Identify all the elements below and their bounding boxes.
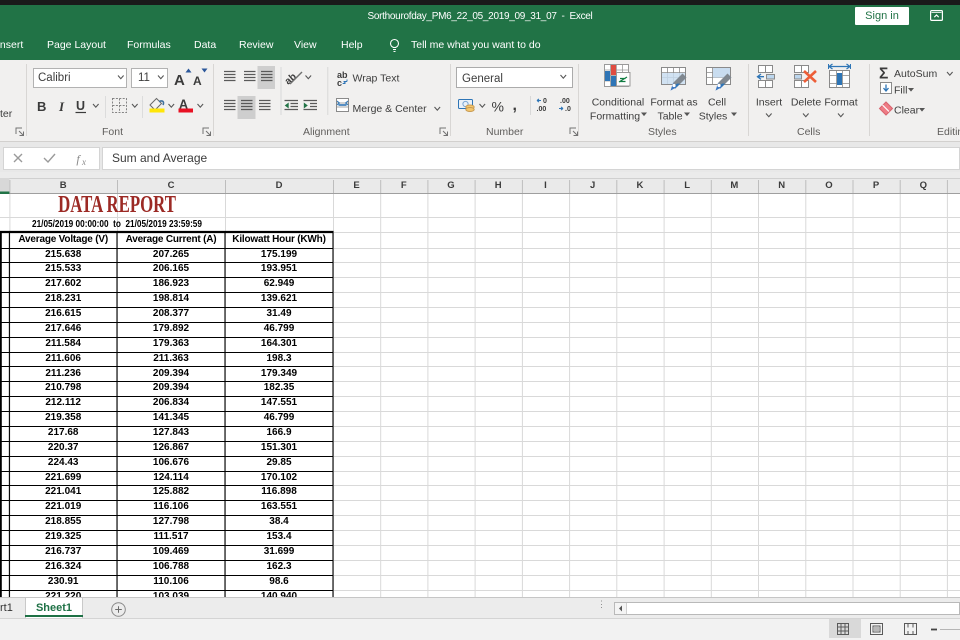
svg-text:.00: .00: [560, 98, 570, 105]
svg-text:Format: Format: [824, 97, 857, 109]
svg-text:Clear: Clear: [894, 105, 920, 117]
svg-text:Fill: Fill: [894, 85, 907, 97]
svg-text:,: ,: [513, 97, 517, 114]
svg-text:0: 0: [543, 98, 547, 105]
svg-text:Styles: Styles: [699, 111, 728, 123]
svg-text:B: B: [37, 99, 46, 114]
svg-text:ab: ab: [283, 71, 299, 87]
svg-text:%: %: [492, 99, 504, 115]
svg-text:AutoSum: AutoSum: [894, 68, 937, 80]
svg-text:Σ: Σ: [879, 66, 888, 83]
svg-text:A: A: [193, 74, 202, 88]
svg-text:General: General: [462, 73, 503, 85]
svg-text:.0: .0: [565, 106, 571, 113]
svg-text:Formatting: Formatting: [590, 111, 640, 123]
svg-text:Wrap Text: Wrap Text: [353, 73, 400, 85]
svg-text:Cell: Cell: [708, 97, 726, 109]
svg-text:A: A: [174, 72, 185, 89]
svg-text:Format as: Format as: [650, 97, 697, 109]
svg-text:x: x: [81, 157, 86, 167]
svg-text:c: c: [337, 78, 342, 88]
svg-text:Delete: Delete: [791, 97, 822, 109]
svg-text:f: f: [76, 152, 81, 166]
svg-text:U: U: [76, 99, 85, 113]
svg-text:Insert: Insert: [756, 97, 782, 109]
svg-text:.00: .00: [537, 106, 547, 113]
svg-text:Table: Table: [657, 111, 682, 123]
svg-text:I: I: [58, 99, 65, 114]
svg-text:Conditional: Conditional: [592, 97, 645, 109]
svg-text:Merge & Center: Merge & Center: [353, 103, 428, 115]
